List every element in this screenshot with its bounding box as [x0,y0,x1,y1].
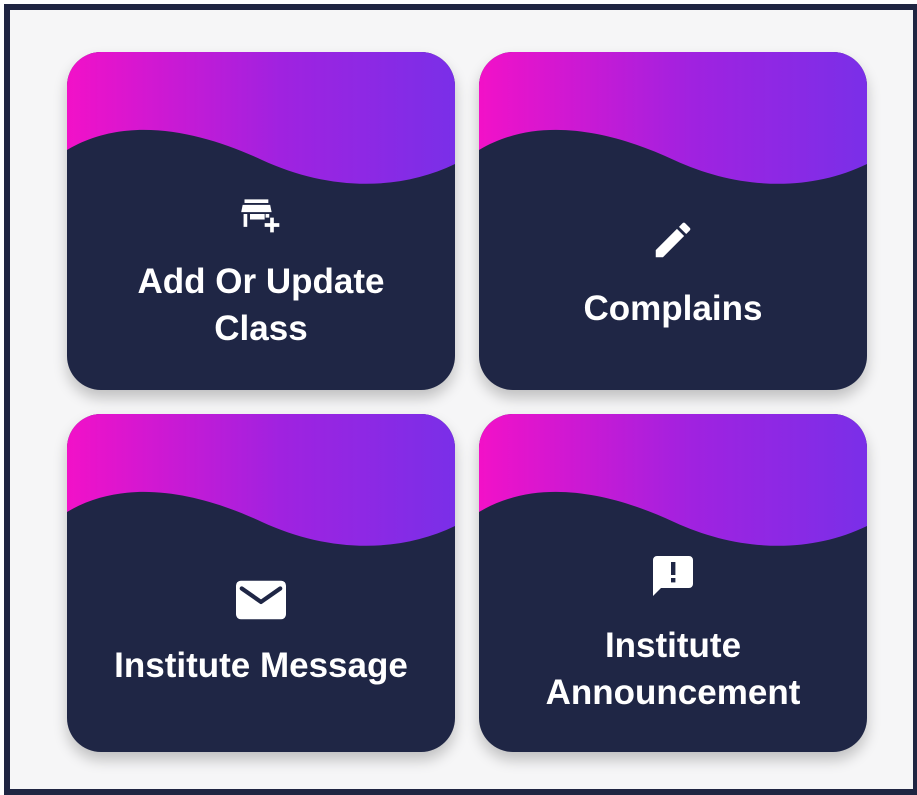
card-content: Complains [479,217,867,332]
card-header-wave [479,414,867,546]
add-store-icon [241,199,280,233]
announcement-icon [653,556,693,596]
card-label: Institute Message [114,646,408,685]
institute-message-card[interactable]: Institute Message [67,414,455,752]
envelope-icon [236,580,286,620]
dashboard-frame: Add Or Update Class Complains Institute … [4,4,917,795]
card-header-wave [67,414,455,546]
card-label: Complains [583,289,763,328]
card-label: Institute Announcement [545,626,801,712]
add-or-update-class-card[interactable]: Add Or Update Class [67,52,455,390]
institute-announcement-card[interactable]: Institute Announcement [479,414,867,752]
card-label: Add Or Update Class [137,262,385,348]
complains-card[interactable]: Complains [479,52,867,390]
card-content: Institute Announcement [479,552,867,716]
card-content: Add Or Update Class [67,192,455,352]
card-header-wave [479,52,867,184]
pencil-icon [655,222,691,258]
card-header-wave [67,52,455,184]
card-content: Institute Message [67,580,455,689]
